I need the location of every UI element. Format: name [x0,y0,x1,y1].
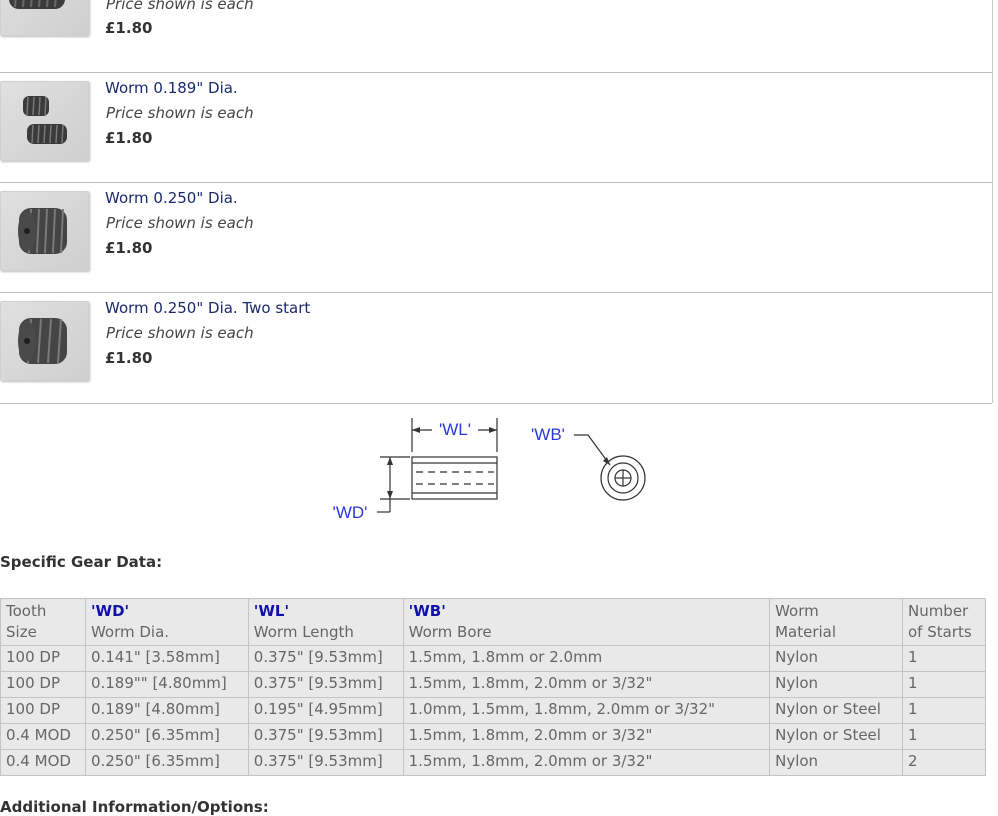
wb-label: 'WB' [531,425,565,444]
product-item: Worm 0.250" Dia. Price shown is each £1.… [0,183,992,293]
table-cell: 0.375" [9.53mm] [247,645,404,672]
table-cell: 0.375" [9.53mm] [247,749,404,776]
table-cell: 0.4 MOD [0,749,86,776]
table-row: 100 DP 0.141" [3.58mm] 0.375" [9.53mm] 1… [0,645,987,672]
table-cell: 1.5mm, 1.8mm or 2.0mm [402,645,771,672]
price: £1.80 [105,239,153,257]
table-cell: 100 DP [0,671,86,698]
wl-label: 'WL' [439,420,471,439]
gear-data-table: Tooth Size 'WD' Worm Dia. 'WL' Worm Leng… [0,598,987,776]
section-heading: Specific Gear Data: [0,553,163,571]
worm-gear-image [18,318,67,364]
product-thumbnail[interactable] [0,191,89,271]
price-note: Price shown is each [106,214,254,232]
table-cell: 1.5mm, 1.8mm, 2.0mm or 3/32" [402,723,771,750]
table-header-cell: 'WD' Worm Dia. [84,598,249,646]
price-note: Price shown is each [106,0,254,13]
wd-label: 'WD' [333,503,368,522]
table-cell: 0.189" [4.80mm] [84,697,249,724]
price: £1.80 [105,19,153,37]
table-cell: 0.189"" [4.80mm] [84,671,249,698]
table-row: 100 DP 0.189" [4.80mm] 0.195" [4.95mm] 1… [0,697,987,724]
table-cell: 100 DP [0,645,86,672]
table-row: 0.4 MOD 0.250" [6.35mm] 0.375" [9.53mm] … [0,749,987,776]
table-cell: 1 [901,697,987,724]
table-cell: Nylon [769,645,903,672]
table-cell: 1 [901,645,987,672]
table-header-cell: Worm Material [769,598,903,646]
table-cell: 1.0mm, 1.5mm, 1.8mm, 2.0mm or 3/32" [402,697,771,724]
table-cell: 2 [901,749,987,776]
table-row: 0.4 MOD 0.250" [6.35mm] 0.375" [9.53mm] … [0,723,987,750]
table-cell: 0.250" [6.35mm] [84,749,249,776]
table-header-cell: Number of Starts [901,598,987,646]
table-cell: 0.141" [3.58mm] [84,645,249,672]
table-cell: 1 [901,671,987,698]
worm-gear-image [18,208,67,254]
table-cell: Nylon [769,749,903,776]
product-item: Worm 0.189" Dia. Price shown is each £1.… [0,73,992,183]
price-note: Price shown is each [106,324,254,342]
worm-gear-image [23,96,67,144]
table-cell: Nylon or Steel [769,697,903,724]
additional-info-heading: Additional Information/Options: [0,798,269,816]
product-thumbnail[interactable] [0,301,89,381]
table-header-cell: 'WB' Worm Bore [402,598,771,646]
table-cell: 1.5mm, 1.8mm, 2.0mm or 3/32" [402,749,771,776]
product-thumbnail[interactable] [0,0,89,36]
page-right-border [992,0,993,403]
product-item: Price shown is each £1.80 [0,0,992,73]
price: £1.80 [105,349,153,367]
product-thumbnail[interactable] [0,81,89,161]
table-header-cell: Tooth Size [0,598,86,646]
table-cell: 1.5mm, 1.8mm, 2.0mm or 3/32" [402,671,771,698]
table-cell: Nylon or Steel [769,723,903,750]
worm-dimension-diagram: 'WL' 'WB' 'WD' [333,418,646,522]
table-cell: 0.250" [6.35mm] [84,723,249,750]
table-row: 100 DP 0.189"" [4.80mm] 0.375" [9.53mm] … [0,671,987,698]
table-header-cell: 'WL' Worm Length [247,598,404,646]
table-cell: 100 DP [0,697,86,724]
product-title-link[interactable]: Worm 0.250" Dia. [105,189,238,207]
worm-gear-image [9,0,65,9]
table-cell: 0.375" [9.53mm] [247,723,404,750]
table-cell: 0.195" [4.95mm] [247,697,404,724]
price-note: Price shown is each [106,104,254,122]
price: £1.80 [105,129,153,147]
product-title-link[interactable]: Worm 0.189" Dia. [105,79,238,97]
table-cell: 0.375" [9.53mm] [247,671,404,698]
product-title-link[interactable]: Worm 0.250" Dia. Two start [105,299,310,317]
table-cell: 0.4 MOD [0,723,86,750]
table-cell: 1 [901,723,987,750]
product-item: Worm 0.250" Dia. Two start Price shown i… [0,293,992,404]
table-header-row: Tooth Size 'WD' Worm Dia. 'WL' Worm Leng… [0,598,987,646]
table-cell: Nylon [769,671,903,698]
